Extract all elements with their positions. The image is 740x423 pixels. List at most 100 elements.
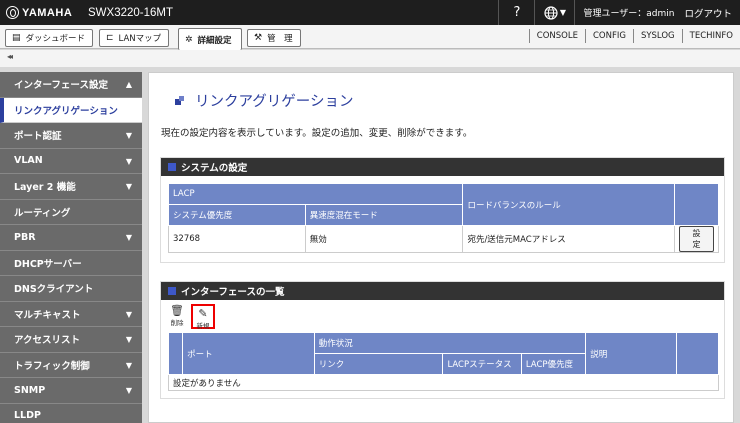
- sidebar-item-label: VLAN: [14, 155, 43, 167]
- main-content: リンクアグリゲーション 現在の設定内容を表示しています。設定の追加、変更、削除が…: [148, 72, 734, 423]
- wrench-icon: ⚒: [254, 33, 263, 43]
- sidebar-item-routing[interactable]: ルーティング: [0, 199, 142, 225]
- system-settings-table: LACP ロードバランスのルール システム優先度 異速度混在モード 32768 …: [167, 183, 719, 253]
- techinfo-link[interactable]: TECHINFO: [681, 29, 740, 43]
- help-button[interactable]: ?: [498, 0, 534, 25]
- collapse-row: ◂◂: [0, 50, 740, 67]
- tab-bar: ▤ ダッシュボード ⊏ LANマップ ✲ 詳細設定 ⚒ 管 理 CONSOLE …: [0, 25, 740, 50]
- yamaha-logo-icon: [6, 6, 19, 19]
- sidebar-item-label: インターフェース設定: [14, 80, 108, 92]
- gear-icon: ✲: [185, 34, 193, 45]
- sidebar-item-interface-settings[interactable]: インターフェース設定 ▲: [0, 72, 142, 98]
- page-description: 現在の設定内容を表示しています。設定の追加、変更、削除ができます。: [161, 128, 473, 139]
- sidebar-item-label: ポート認証: [14, 131, 62, 143]
- brand-name: YAMAHA: [22, 6, 73, 19]
- mixed-speed-value: 無効: [304, 225, 464, 253]
- sidebar-item-label: DNSクライアント: [14, 284, 94, 296]
- tab-lan-map[interactable]: ⊏ LANマップ: [99, 29, 169, 47]
- table-row: 設定がありません: [168, 374, 719, 391]
- interface-list-panel: インターフェースの一覧 🗑︎ 削除 ✎ 新規 ポート 動作状況 説明 リンク L…: [160, 281, 725, 399]
- trash-icon: 🗑︎: [170, 304, 184, 317]
- interface-table: ポート 動作状況 説明 リンク LACPステータス LACP優先度 設定がありま…: [167, 332, 720, 391]
- load-balance-value: 宛先/送信元MACアドレス: [462, 225, 675, 253]
- sidebar-item-label: SNMP: [14, 384, 46, 396]
- system-settings-panel: システムの設定 LACP ロードバランスのルール システム優先度 異速度混在モー…: [160, 157, 725, 263]
- toolbar: 🗑︎ 削除 ✎ 新規: [166, 304, 215, 330]
- page-title: リンクアグリゲーション: [175, 90, 353, 111]
- sidebar: インターフェース設定 ▲ リンクアグリゲーション ポート認証 ▼ VLAN ▼ Lay…: [0, 72, 142, 423]
- chevron-down-icon: ▼: [125, 131, 132, 140]
- column-header-description: 説明: [585, 332, 677, 375]
- delete-button[interactable]: 🗑︎ 削除: [166, 304, 188, 329]
- sidebar-item-label: Layer 2 機能: [14, 182, 76, 194]
- settings-button[interactable]: 設定: [679, 226, 714, 252]
- column-header-load-balance: ロードバランスのルール: [462, 183, 675, 226]
- sidebar-item-link-aggregation[interactable]: リンクアグリゲーション: [0, 97, 142, 123]
- sidebar-item-multicast[interactable]: マルチキャスト ▼: [0, 301, 142, 327]
- sidebar-item-access-list[interactable]: アクセスリスト ▼: [0, 327, 142, 353]
- syslog-link[interactable]: SYSLOG: [632, 29, 682, 43]
- tab-dashboard-label: ダッシュボード: [25, 34, 86, 44]
- sidebar-item-traffic-control[interactable]: トラフィック制御 ▼: [0, 352, 142, 378]
- chevron-down-icon: ▼: [125, 233, 132, 242]
- sidebar-item-label: トラフィック制御: [14, 360, 90, 372]
- interface-list-heading: インターフェースの一覧: [161, 282, 724, 300]
- sidebar-item-label: ルーティング: [14, 207, 71, 219]
- yamaha-logo: YAMAHA: [0, 6, 78, 19]
- top-bar: YAMAHA SWX3220-16MT ? ▼ 管理ユーザー：admin ログア…: [0, 0, 740, 25]
- system-settings-heading: システムの設定: [161, 158, 724, 176]
- column-header-status: 動作状況: [313, 332, 587, 354]
- collapse-sidebar-icon[interactable]: ◂◂: [7, 52, 13, 61]
- tab-advanced-settings-label: 詳細設定: [197, 35, 232, 46]
- header-links: CONSOLE CONFIG SYSLOG TECHINFO: [528, 29, 740, 43]
- column-header-port: ポート: [182, 332, 315, 375]
- empty-message: 設定がありません: [168, 374, 719, 391]
- column-header-select: [167, 332, 184, 375]
- sidebar-item-snmp[interactable]: SNMP ▼: [0, 378, 142, 404]
- chevron-down-icon: ▼: [125, 182, 132, 191]
- sidebar-item-port-auth[interactable]: ポート認証 ▼: [0, 123, 142, 149]
- tab-management[interactable]: ⚒ 管 理: [247, 29, 301, 47]
- column-header-action: [674, 183, 719, 226]
- page-title-text: リンクアグリゲーション: [195, 94, 354, 110]
- column-header-lacp-status: LACPステータス: [442, 353, 522, 375]
- new-button[interactable]: ✎ 新規: [191, 304, 215, 330]
- console-link[interactable]: CONSOLE: [528, 29, 585, 43]
- column-header-action: [675, 332, 720, 375]
- user-label: 管理ユーザー：admin: [574, 0, 682, 25]
- chevron-up-icon: ▲: [125, 80, 132, 89]
- chevron-down-icon: ▼: [125, 156, 132, 166]
- chevron-down-icon: ▼: [125, 386, 132, 395]
- table-row: 32768 無効 宛先/送信元MACアドレス 設定: [168, 225, 719, 253]
- column-header-link: リンク: [313, 353, 444, 375]
- column-header-mixed-speed: 異速度混在モード: [304, 204, 464, 226]
- new-label: 新規: [196, 322, 210, 330]
- sidebar-item-lldp[interactable]: LLDP: [0, 403, 142, 423]
- chevron-down-icon: ▼: [125, 309, 132, 319]
- sidebar-item-vlan[interactable]: VLAN ▼: [0, 148, 142, 174]
- tab-lan-map-label: LANマップ: [118, 34, 162, 44]
- delete-label: 削除: [170, 319, 184, 327]
- sidebar-item-label: LLDP: [14, 410, 41, 422]
- sidebar-item-label: リンクアグリゲーション: [14, 105, 118, 117]
- system-priority-value: 32768: [168, 225, 306, 253]
- title-icon: [175, 95, 187, 106]
- sidebar-item-layer2[interactable]: Layer 2 機能 ▼: [0, 174, 142, 200]
- sidebar-item-dns-client[interactable]: DNSクライアント: [0, 276, 142, 302]
- sidebar-item-label: アクセスリスト: [14, 335, 81, 347]
- tab-management-label: 管 理: [267, 34, 293, 44]
- sidebar-item-label: PBR: [14, 231, 36, 243]
- lan-map-icon: ⊏: [106, 33, 114, 43]
- logout-link[interactable]: ログアウト: [682, 0, 740, 25]
- chevron-down-icon: ▼: [559, 8, 567, 17]
- tab-dashboard[interactable]: ▤ ダッシュボード: [5, 29, 93, 47]
- sidebar-item-dhcp-server[interactable]: DHCPサーバー: [0, 250, 142, 276]
- model-name: SWX3220-16MT: [88, 6, 174, 19]
- tab-advanced-settings[interactable]: ✲ 詳細設定: [178, 28, 242, 50]
- column-header-lacp-priority: LACP優先度: [520, 353, 587, 375]
- sidebar-item-pbr[interactable]: PBR ▼: [0, 225, 142, 251]
- edit-icon: ✎: [198, 307, 208, 320]
- config-link[interactable]: CONFIG: [584, 29, 633, 43]
- language-button[interactable]: ▼: [534, 0, 574, 25]
- column-header-system-priority: システム優先度: [168, 204, 306, 226]
